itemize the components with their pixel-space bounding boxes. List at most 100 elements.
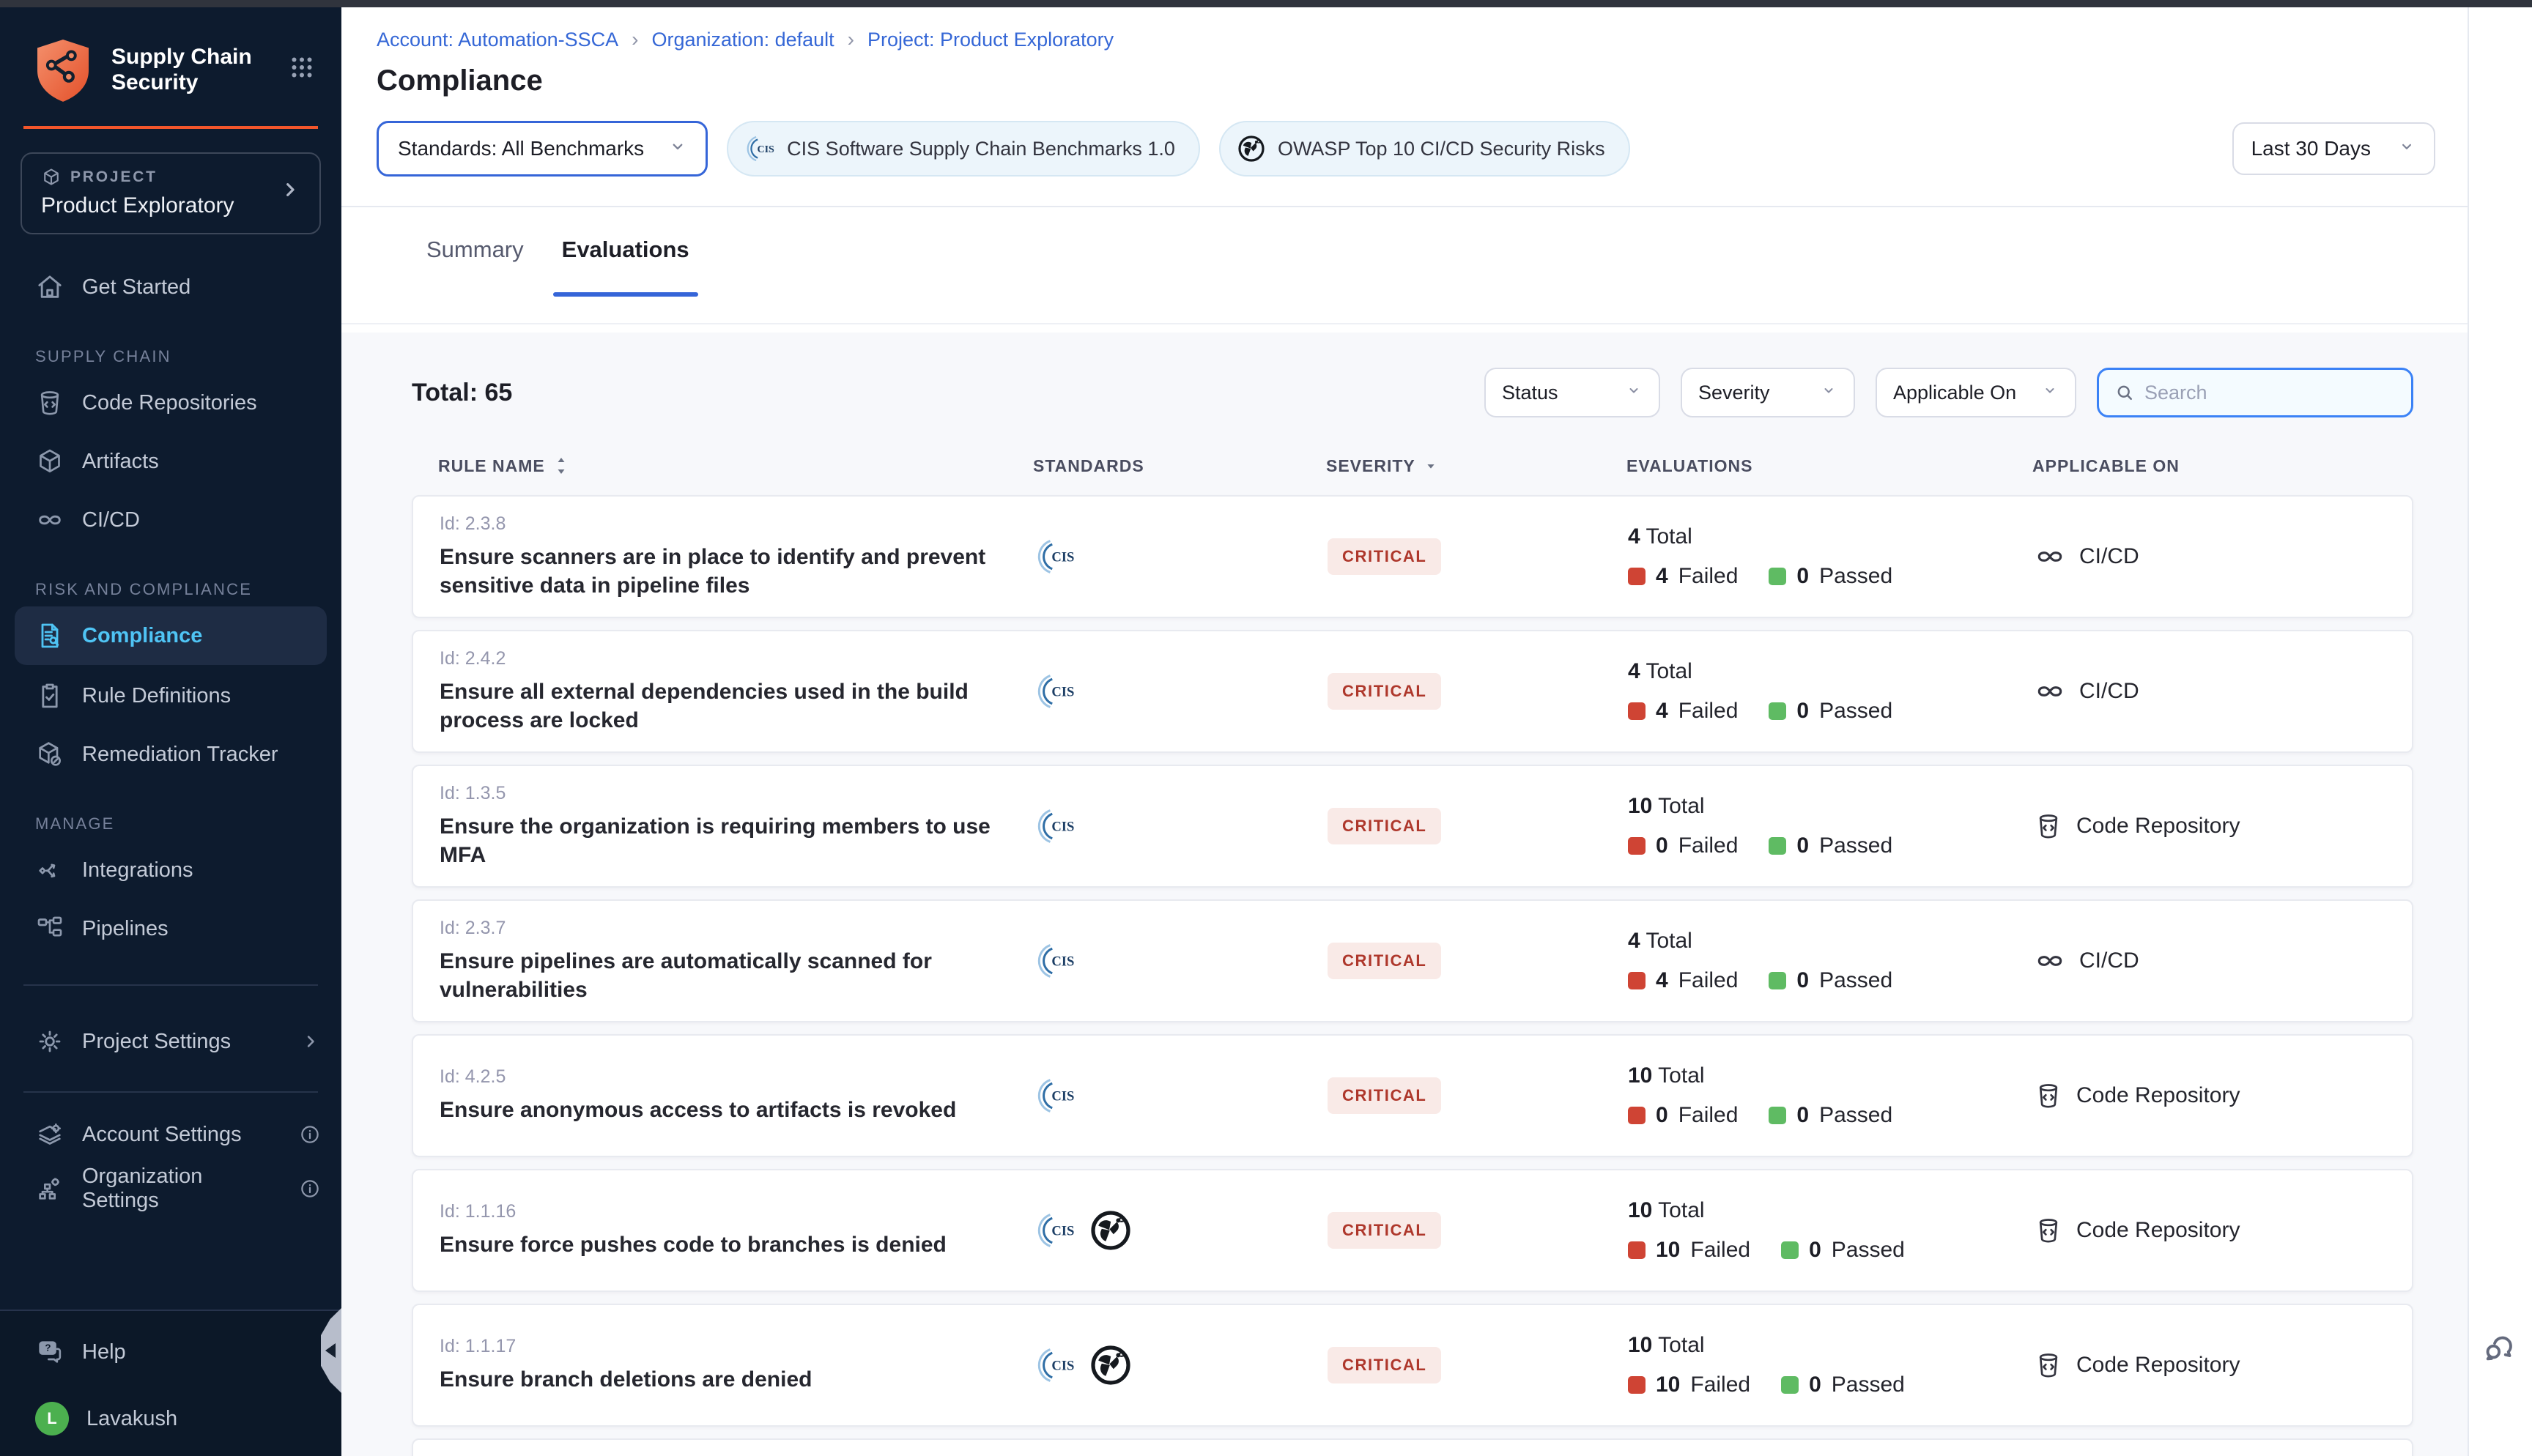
table-row[interactable]: Id: 2.3.8Ensure scanners are in place to…	[412, 495, 2413, 618]
severity-cell: CRITICAL	[1328, 943, 1628, 979]
sidebar-item-integrations[interactable]: Integrations	[0, 841, 341, 899]
passed-label: Passed	[1819, 833, 1892, 858]
applicable-on-label: Code Repository	[2076, 1353, 2240, 1378]
sidebar-item-code-repositories[interactable]: Code Repositories	[0, 374, 341, 432]
svg-text:CIS: CIS	[1051, 954, 1074, 970]
date-range-select[interactable]: Last 30 Days	[2232, 122, 2435, 175]
chevron-down-icon	[1820, 382, 1837, 404]
sidebar-item-pipelines[interactable]: Pipelines	[0, 899, 341, 958]
cis-standard-icon: CIS	[1034, 1210, 1076, 1251]
severity-cell: CRITICAL	[1328, 808, 1628, 844]
sidebar-item-artifacts[interactable]: Artifacts	[0, 432, 341, 491]
sidebar-item-account-settings[interactable]: Account Settings	[0, 1107, 341, 1162]
passed-label: Passed	[1832, 1238, 1905, 1263]
svg-text:CIS: CIS	[1051, 820, 1074, 835]
cis-standard-icon: CIS	[1034, 536, 1076, 577]
applicable-on-cell: Code Repository	[2034, 811, 2412, 841]
breadcrumb-separator: ›	[848, 28, 854, 51]
table-header: RULE NAME STANDARDS SEVERITY EVALUATIONS…	[412, 456, 2413, 476]
rule-name[interactable]: Ensure all external dependencies used in…	[440, 678, 999, 735]
chip-cis-benchmark[interactable]: CIS CIS Software Supply Chain Benchmarks…	[727, 121, 1200, 177]
breadcrumb-organization[interactable]: Organization: default	[652, 29, 834, 51]
evaluations-breakdown: 10Failed0Passed	[1628, 1373, 2034, 1397]
search-input[interactable]	[2144, 382, 2396, 404]
svg-text:CIS: CIS	[758, 144, 775, 155]
rule-name[interactable]: Ensure force pushes code to branches is …	[440, 1231, 999, 1259]
divider	[23, 984, 318, 986]
project-selector[interactable]: PROJECT Product Exploratory	[21, 152, 321, 234]
code-repository-icon	[35, 388, 64, 417]
sidebar-item-compliance[interactable]: Compliance	[15, 606, 327, 665]
column-severity[interactable]: SEVERITY	[1326, 456, 1626, 476]
sort-desc-icon[interactable]	[1423, 458, 1439, 474]
rule-id: Id: 1.3.5	[440, 783, 1034, 804]
column-rule-name[interactable]: RULE NAME	[438, 456, 1033, 476]
svg-text:CIS: CIS	[1051, 550, 1074, 565]
help-chat-icon: ?	[35, 1337, 64, 1367]
chip-owasp-top10[interactable]: OWASP Top 10 CI/CD Security Risks	[1219, 121, 1630, 177]
rules-table-body: Id: 2.3.8Ensure scanners are in place to…	[412, 495, 2413, 1456]
severity-badge: CRITICAL	[1328, 1212, 1441, 1249]
info-icon[interactable]	[299, 1123, 321, 1145]
app-grid-icon[interactable]	[289, 54, 315, 86]
table-row[interactable]: Id: 1.1.16Ensure force pushes code to br…	[412, 1169, 2413, 1292]
table-row-partial[interactable]	[412, 1438, 2413, 1456]
standards-cell: CIS	[1034, 1208, 1328, 1252]
home-icon	[35, 272, 64, 302]
tab-evaluations[interactable]: Evaluations	[562, 237, 689, 323]
evaluations-total: 4 Total	[1628, 659, 2034, 684]
severity-badge: CRITICAL	[1328, 538, 1441, 575]
standards-filter-select[interactable]: Standards: All Benchmarks	[377, 121, 708, 177]
sidebar-item-rule-definitions[interactable]: Rule Definitions	[0, 666, 341, 725]
support-chat-icon[interactable]	[2481, 1327, 2519, 1371]
severity-cell: CRITICAL	[1328, 673, 1628, 710]
evaluations-cell: 10 Total0Failed0Passed	[1628, 794, 2034, 858]
evaluations-total: 10 Total	[1628, 1333, 2034, 1358]
table-row[interactable]: Id: 4.2.5Ensure anonymous access to arti…	[412, 1034, 2413, 1157]
applicable-on-label: Code Repository	[2076, 1218, 2240, 1243]
rule-name[interactable]: Ensure branch deletions are denied	[440, 1366, 999, 1394]
owasp-standard-icon	[1089, 1208, 1133, 1252]
rule-name[interactable]: Ensure the organization is requiring mem…	[440, 813, 999, 869]
org-gear-icon	[35, 1174, 64, 1203]
standards-cell: CIS	[1034, 536, 1328, 577]
sidebar-item-remediation-tracker[interactable]: Remediation Tracker	[0, 725, 341, 784]
severity-badge: CRITICAL	[1328, 1077, 1441, 1114]
severity-cell: CRITICAL	[1328, 1212, 1628, 1249]
box-wrench-icon	[35, 740, 64, 769]
rule-name[interactable]: Ensure pipelines are automatically scann…	[440, 948, 999, 1004]
sidebar-item-get-started[interactable]: Get Started	[0, 258, 341, 316]
breadcrumb-account[interactable]: Account: Automation-SSCA	[377, 29, 618, 51]
tab-summary[interactable]: Summary	[426, 237, 524, 323]
severity-filter[interactable]: Severity	[1681, 368, 1855, 417]
status-filter[interactable]: Status	[1484, 368, 1660, 417]
sidebar: Supply Chain Security PROJECT Product Ex…	[0, 7, 341, 1456]
failed-indicator	[1628, 837, 1646, 855]
applicable-on-filter[interactable]: Applicable On	[1876, 368, 2076, 417]
evaluations-cell: 4 Total4Failed0Passed	[1628, 659, 2034, 724]
table-row[interactable]: Id: 1.3.5 Ensure the organization is requ…	[412, 765, 2413, 888]
page-header: Account: Automation-SSCA › Organization:…	[341, 7, 2532, 207]
help-button[interactable]: ? Help	[35, 1337, 321, 1367]
svg-text:?: ?	[45, 1342, 51, 1353]
table-row[interactable]: Id: 2.4.2 Ensure all external dependencie…	[412, 630, 2413, 753]
sidebar-item-organization-settings[interactable]: Organization Settings	[0, 1162, 341, 1216]
user-menu[interactable]: L Lavakush	[35, 1402, 321, 1435]
breadcrumb-project[interactable]: Project: Product Exploratory	[867, 29, 1114, 51]
rule-name[interactable]: Ensure anonymous access to artifacts is …	[440, 1096, 999, 1124]
table-row[interactable]: Id: 2.3.7 Ensure pipelines are automatica…	[412, 899, 2413, 1022]
shield-logo-icon	[32, 37, 94, 104]
rule-name[interactable]: Ensure scanners are in place to identify…	[440, 543, 999, 600]
chevron-right-icon	[300, 1031, 321, 1052]
sidebar-item-cicd[interactable]: CI/CD	[0, 491, 341, 549]
avatar: L	[35, 1402, 69, 1435]
evaluations-cell: 4 Total4Failed0Passed	[1628, 929, 2034, 993]
sidebar-item-project-settings[interactable]: Project Settings	[0, 1012, 341, 1071]
info-icon[interactable]	[299, 1178, 321, 1200]
rule-id: Id: 2.3.7	[440, 918, 1034, 939]
table-row[interactable]: Id: 1.1.17Ensure branch deletions are de…	[412, 1304, 2413, 1427]
gear-icon	[35, 1027, 64, 1056]
rule-id: Id: 2.4.2	[440, 648, 1034, 669]
sort-icon[interactable]	[552, 456, 570, 476]
chevron-down-icon	[1625, 382, 1643, 404]
